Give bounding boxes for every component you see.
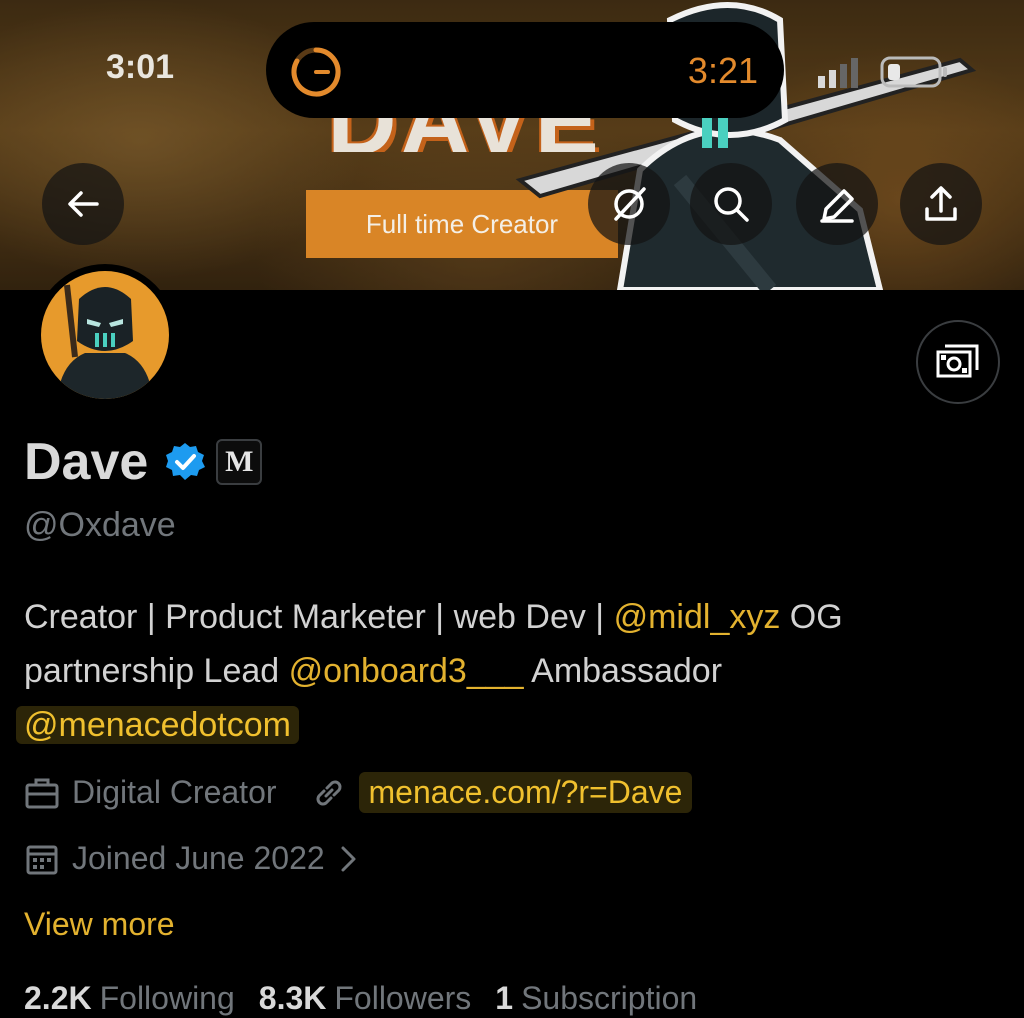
share-button[interactable] bbox=[900, 163, 982, 245]
bio-text: partnership Lead bbox=[24, 652, 289, 690]
back-arrow-icon bbox=[68, 191, 99, 217]
calendar-icon bbox=[26, 845, 58, 874]
followers-stat[interactable]: 8.3K Followers bbox=[259, 980, 472, 1017]
meta-row: Digital Creator menace.com/?r=Dave bbox=[24, 772, 693, 813]
subscriptions-stat[interactable]: 1 Subscription bbox=[495, 980, 697, 1017]
mention-link[interactable]: @onboard3___ bbox=[289, 652, 524, 690]
following-count: 2.2K bbox=[24, 980, 92, 1016]
mention-link[interactable]: @menacedotcom bbox=[16, 706, 299, 744]
share-icon bbox=[925, 186, 957, 221]
verified-badge-icon[interactable] bbox=[164, 441, 206, 483]
timer-readout: 3:21 bbox=[687, 50, 758, 91]
search-icon bbox=[714, 187, 749, 222]
subscriptions-label: Subscription bbox=[521, 980, 698, 1016]
chevron-right-icon bbox=[341, 846, 356, 871]
joined-date: Joined June 2022 bbox=[72, 840, 325, 876]
joined-row[interactable]: Joined June 2022 bbox=[24, 840, 361, 877]
money-icon bbox=[936, 344, 979, 378]
edit-button[interactable] bbox=[796, 163, 878, 245]
profile-category: Digital Creator bbox=[72, 774, 277, 810]
handle: @Oxdave bbox=[24, 506, 176, 544]
subscriptions-count: 1 bbox=[495, 980, 514, 1016]
avatar-image bbox=[41, 271, 169, 399]
bio-text: Creator | Product Marketer | web Dev | bbox=[24, 598, 614, 636]
mention-link[interactable]: @midl_xyz bbox=[614, 598, 781, 636]
grok-icon bbox=[614, 187, 646, 221]
edit-icon bbox=[820, 189, 854, 223]
display-name: Dave bbox=[24, 433, 149, 491]
stats-row: 2.2K Following 8.3K Followers 1 Subscriptio… bbox=[24, 980, 697, 1017]
link-icon bbox=[316, 780, 341, 805]
briefcase-icon bbox=[25, 778, 59, 808]
website-link[interactable]: menace.com/?r=Dave bbox=[358, 772, 693, 813]
timer-ring-icon bbox=[291, 47, 341, 97]
tips-button[interactable] bbox=[916, 320, 1000, 404]
followers-count: 8.3K bbox=[258, 980, 327, 1016]
ninja-avatar-icon bbox=[57, 284, 153, 399]
following-stat[interactable]: 2.2K Following bbox=[24, 980, 235, 1017]
search-button[interactable] bbox=[690, 163, 772, 245]
grok-button[interactable] bbox=[588, 163, 670, 245]
back-button[interactable] bbox=[42, 163, 124, 245]
affiliate-badge[interactable]: M bbox=[216, 439, 263, 485]
name-row: Dave M bbox=[24, 432, 263, 492]
followers-label: Followers bbox=[334, 980, 472, 1016]
view-more-link[interactable]: View more bbox=[24, 906, 175, 943]
following-label: Following bbox=[99, 980, 235, 1016]
bio-text: OG bbox=[780, 598, 843, 636]
bio-text: Ambassador bbox=[523, 652, 723, 690]
signal-battery-icon bbox=[818, 56, 947, 88]
bio: Creator | Product Marketer | web Dev | @… bbox=[16, 590, 984, 752]
avatar[interactable] bbox=[34, 264, 176, 406]
dynamic-island[interactable]: 3:21 bbox=[266, 22, 784, 118]
affiliate-badge-label: M bbox=[225, 445, 254, 478]
status-time: 3:01 bbox=[106, 48, 175, 86]
